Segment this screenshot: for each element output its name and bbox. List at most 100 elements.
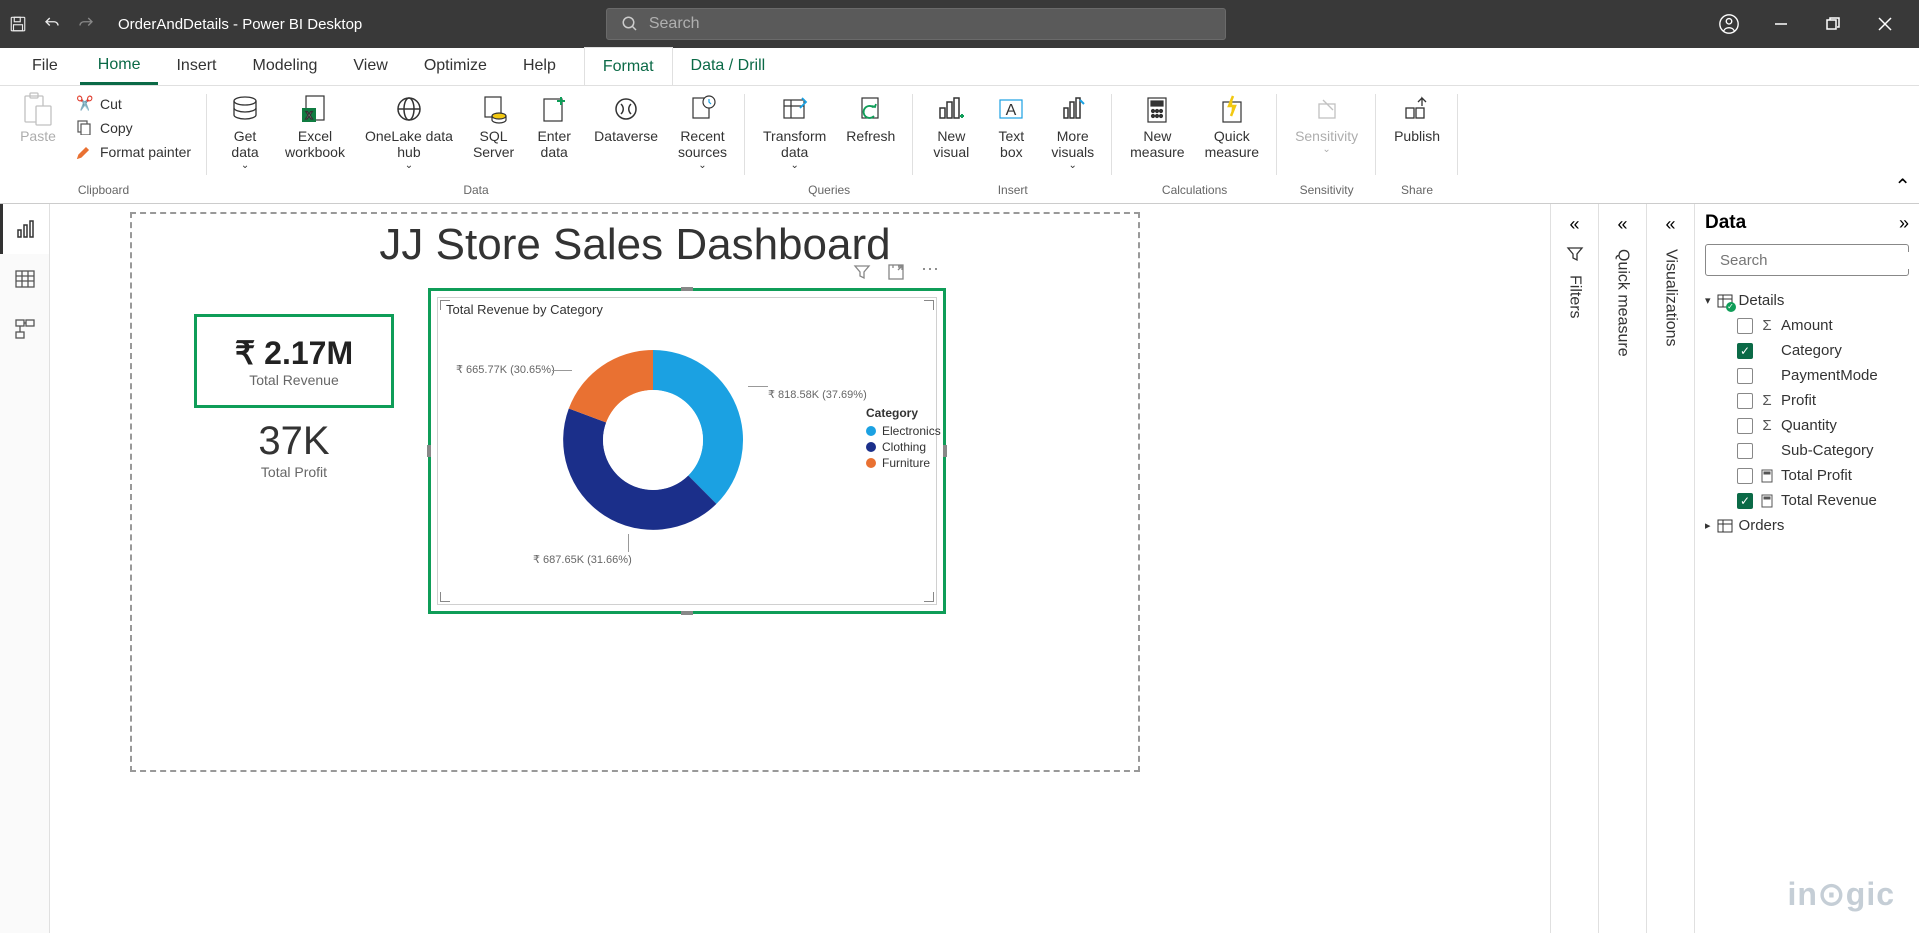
account-icon[interactable] <box>1713 8 1745 40</box>
global-search[interactable]: Search <box>606 8 1226 40</box>
expand-filters-icon[interactable]: « <box>1569 214 1579 235</box>
sensitivity-group-label: Sensitivity <box>1300 183 1354 201</box>
total-revenue-value: ₹ 2.17M <box>235 334 353 372</box>
quick-measure-button[interactable]: Quick measure <box>1195 88 1269 164</box>
minimize-button[interactable] <box>1765 8 1797 40</box>
recent-sources-button[interactable]: Recent sources⌄ <box>668 88 737 175</box>
filters-pane[interactable]: « Filters <box>1550 204 1598 933</box>
sigma-icon: Σ <box>1759 417 1775 434</box>
refresh-button[interactable]: Refresh <box>836 88 905 148</box>
new-visual-icon <box>934 92 968 126</box>
format-painter-button[interactable]: Format painter <box>68 140 199 164</box>
cut-icon: ✂️ <box>76 95 94 113</box>
field-subcategory[interactable]: Sub-Category <box>1705 438 1909 463</box>
tab-help[interactable]: Help <box>505 47 574 85</box>
measure-icon <box>1759 494 1775 508</box>
get-data-button[interactable]: Get data⌄ <box>215 88 275 175</box>
onelake-icon <box>392 92 426 126</box>
table-view-button[interactable] <box>0 254 49 304</box>
donut-chart-visual[interactable]: ⋯ Total Revenue by Category <box>428 288 946 614</box>
report-view-button[interactable] <box>0 204 49 254</box>
expand-visualizations-icon[interactable]: « <box>1665 214 1675 235</box>
ribbon: Paste ✂️Cut Copy Format painter Clipboar… <box>0 86 1919 204</box>
sigma-icon: Σ <box>1759 392 1775 409</box>
data-label-electronics: ₹ 818.58K (37.69%) <box>768 388 867 401</box>
tab-home[interactable]: Home <box>80 47 159 85</box>
expand-quick-measure-icon[interactable]: « <box>1617 214 1627 235</box>
ribbon-collapse-button[interactable]: ⌃ <box>1894 174 1911 199</box>
total-profit-label: Total Profit <box>194 464 394 480</box>
field-paymentmode[interactable]: PaymentMode <box>1705 363 1909 388</box>
refresh-icon <box>854 92 888 126</box>
transform-data-button[interactable]: Transform data⌄ <box>753 88 836 175</box>
sql-server-button[interactable]: SQL Server <box>463 88 524 164</box>
dataverse-icon <box>609 92 643 126</box>
field-total-revenue[interactable]: ✓Total Revenue <box>1705 488 1909 513</box>
more-visuals-button[interactable]: More visuals⌄ <box>1041 88 1104 175</box>
format-painter-icon <box>76 143 94 161</box>
undo-icon[interactable] <box>42 14 62 34</box>
copy-icon <box>76 119 94 137</box>
more-options-icon[interactable]: ⋯ <box>921 263 939 281</box>
tab-modeling[interactable]: Modeling <box>234 47 335 85</box>
field-quantity[interactable]: ΣQuantity <box>1705 413 1909 438</box>
report-page[interactable]: JJ Store Sales Dashboard ₹ 2.17M Total R… <box>130 212 1140 772</box>
new-measure-button[interactable]: New measure <box>1120 88 1194 164</box>
tab-view[interactable]: View <box>335 47 405 85</box>
excel-icon: X <box>298 92 332 126</box>
field-category[interactable]: ✓Category <box>1705 338 1909 363</box>
field-profit[interactable]: ΣProfit <box>1705 388 1909 413</box>
resize-handle[interactable] <box>681 611 693 615</box>
text-box-icon: A <box>994 92 1028 126</box>
total-profit-card[interactable]: 37K Total Profit <box>194 419 394 480</box>
transform-icon <box>778 92 812 126</box>
dataverse-button[interactable]: Dataverse <box>584 88 668 148</box>
total-revenue-card[interactable]: ₹ 2.17M Total Revenue <box>194 314 394 408</box>
table-details[interactable]: ▾ ✓ Details <box>1705 288 1909 313</box>
tab-format[interactable]: Format <box>584 47 673 85</box>
sensitivity-button[interactable]: Sensitivity⌄ <box>1285 88 1368 159</box>
tab-data-drill[interactable]: Data / Drill <box>673 47 784 85</box>
cut-button[interactable]: ✂️Cut <box>68 92 199 116</box>
fields-search[interactable] <box>1705 244 1909 276</box>
titlebar: OrderAndDetails - Power BI Desktop Searc… <box>0 0 1919 48</box>
chart-title: Total Revenue by Category <box>438 298 936 321</box>
page-title: JJ Store Sales Dashboard <box>132 220 1138 270</box>
maximize-button[interactable] <box>1817 8 1849 40</box>
save-icon[interactable] <box>8 14 28 34</box>
resize-handle[interactable] <box>427 445 431 457</box>
focus-mode-icon[interactable] <box>887 263 905 281</box>
resize-handle[interactable] <box>681 287 693 291</box>
tab-file[interactable]: File <box>20 47 80 85</box>
watermark: in⊙gic <box>1788 875 1895 913</box>
resize-handle[interactable] <box>943 445 947 457</box>
model-view-button[interactable] <box>0 304 49 354</box>
excel-button[interactable]: XExcel workbook <box>275 88 355 164</box>
measure-icon <box>1759 469 1775 483</box>
field-amount[interactable]: ΣAmount <box>1705 313 1909 338</box>
tab-optimize[interactable]: Optimize <box>406 47 505 85</box>
new-visual-button[interactable]: New visual <box>921 88 981 164</box>
fields-search-input[interactable] <box>1720 252 1919 269</box>
paste-button[interactable]: Paste <box>8 88 68 148</box>
data-group-label: Data <box>463 183 488 201</box>
redo-icon[interactable] <box>76 14 96 34</box>
ribbon-tabs: File Home Insert Modeling View Optimize … <box>0 48 1919 86</box>
filter-icon[interactable] <box>853 263 871 281</box>
table-orders[interactable]: ▸ Orders <box>1705 513 1909 538</box>
collapse-data-icon[interactable]: » <box>1899 213 1909 234</box>
copy-button[interactable]: Copy <box>68 116 199 140</box>
enter-data-button[interactable]: Enter data <box>524 88 584 164</box>
svg-text:A: A <box>1006 102 1017 119</box>
visualizations-pane[interactable]: « Visualizations <box>1646 204 1694 933</box>
field-total-profit[interactable]: Total Profit <box>1705 463 1909 488</box>
text-box-button[interactable]: AText box <box>981 88 1041 164</box>
onelake-button[interactable]: OneLake data hub⌄ <box>355 88 463 175</box>
calculations-group-label: Calculations <box>1162 183 1227 201</box>
close-button[interactable] <box>1869 8 1901 40</box>
report-canvas[interactable]: JJ Store Sales Dashboard ₹ 2.17M Total R… <box>50 204 1550 933</box>
quick-measure-pane[interactable]: « Quick measure <box>1598 204 1646 933</box>
publish-button[interactable]: Publish <box>1384 88 1450 148</box>
total-profit-value: 37K <box>194 419 394 464</box>
tab-insert[interactable]: Insert <box>158 47 234 85</box>
